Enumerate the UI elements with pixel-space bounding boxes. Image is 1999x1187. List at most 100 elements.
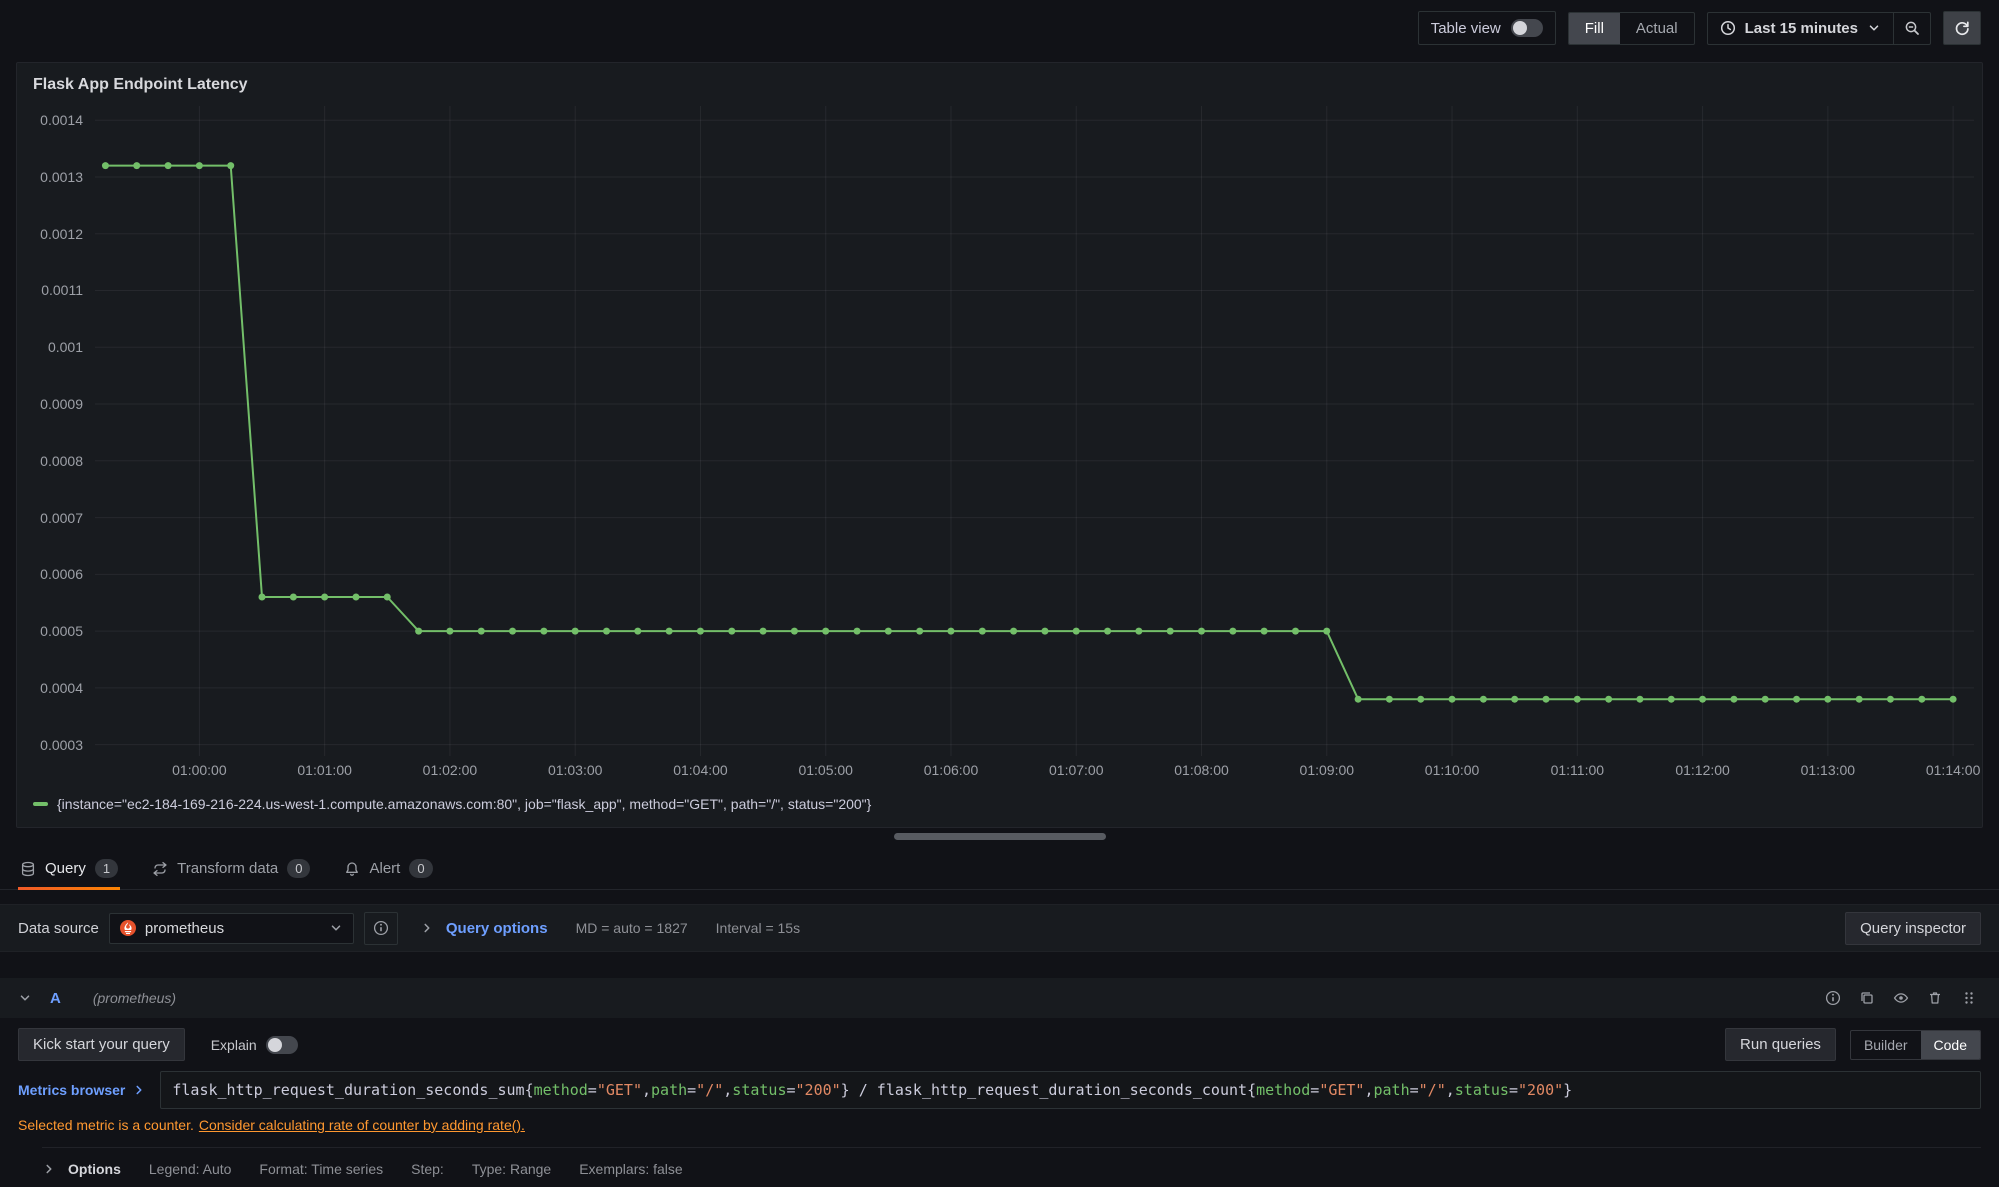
query-help-icon[interactable] bbox=[1825, 990, 1841, 1006]
y-axis-tick-label: 0.0014 bbox=[40, 112, 83, 128]
y-axis-tick-label: 0.0005 bbox=[40, 623, 83, 639]
hide-query-icon[interactable] bbox=[1893, 990, 1909, 1006]
options-summary: Legend: AutoFormat: Time seriesStep:Type… bbox=[121, 1161, 683, 1177]
run-queries-button[interactable]: Run queries bbox=[1725, 1028, 1836, 1061]
options-label[interactable]: Options bbox=[68, 1161, 121, 1177]
query-options-label: Query options bbox=[446, 920, 548, 937]
promql-token: "200" bbox=[796, 1081, 841, 1099]
promql-token: = bbox=[588, 1081, 597, 1099]
table-view-control: Table view bbox=[1418, 11, 1556, 45]
query-inspector-button[interactable]: Query inspector bbox=[1845, 912, 1981, 945]
x-axis-tick-label: 01:10:00 bbox=[1425, 762, 1480, 778]
bell-icon bbox=[344, 861, 360, 877]
zoom-out-button[interactable] bbox=[1893, 13, 1930, 44]
delete-query-icon[interactable] bbox=[1927, 990, 1943, 1006]
metrics-browser-label: Metrics browser bbox=[18, 1082, 125, 1098]
tab-alert[interactable]: Alert 0 bbox=[342, 848, 434, 889]
time-range-picker[interactable]: Last 15 minutes bbox=[1708, 13, 1893, 44]
promql-token: = bbox=[786, 1081, 795, 1099]
max-data-points-text: MD = auto = 1827 bbox=[576, 920, 688, 936]
pane-resize-handle[interactable] bbox=[894, 833, 1106, 840]
promql-token: flask_http_request_duration_seconds_coun… bbox=[877, 1081, 1247, 1099]
builder-code-group: Builder Code bbox=[1850, 1030, 1981, 1060]
explain-toggle[interactable] bbox=[266, 1036, 298, 1054]
x-axis-tick-label: 01:12:00 bbox=[1675, 762, 1730, 778]
promql-token: / bbox=[850, 1081, 877, 1099]
tab-transform-badge: 0 bbox=[287, 859, 310, 878]
explain-label: Explain bbox=[211, 1037, 257, 1053]
y-axis-tick-label: 0.0003 bbox=[40, 737, 83, 753]
promql-token: { bbox=[525, 1081, 534, 1099]
x-axis-tick-label: 01:00:00 bbox=[172, 762, 227, 778]
tab-alert-badge: 0 bbox=[409, 859, 432, 878]
transform-icon bbox=[152, 861, 168, 877]
tab-query-badge: 1 bbox=[95, 859, 118, 878]
query-options-toggle[interactable]: Query options MD = auto = 1827 Interval … bbox=[420, 920, 800, 937]
chart-legend[interactable]: {instance="ec2-184-169-216-224.us-west-1… bbox=[17, 786, 1982, 812]
promql-token: "GET" bbox=[1319, 1081, 1364, 1099]
series-legend-label[interactable]: {instance="ec2-184-169-216-224.us-west-1… bbox=[57, 796, 871, 812]
x-axis-tick-label: 01:13:00 bbox=[1801, 762, 1856, 778]
tab-transform-data[interactable]: Transform data 0 bbox=[150, 848, 312, 889]
promql-token: , bbox=[1446, 1081, 1455, 1099]
actual-button[interactable]: Actual bbox=[1620, 13, 1694, 44]
query-expression-input[interactable]: flask_http_request_duration_seconds_sum{… bbox=[160, 1071, 1981, 1109]
table-view-toggle[interactable] bbox=[1511, 19, 1543, 37]
time-series-panel: Flask App Endpoint Latency 0.00140.00130… bbox=[16, 62, 1983, 828]
options-summary-item: Legend: Auto bbox=[149, 1161, 232, 1177]
query-datasource-hint: (prometheus) bbox=[93, 990, 176, 1006]
builder-button[interactable]: Builder bbox=[1851, 1031, 1921, 1059]
chevron-right-icon[interactable] bbox=[42, 1162, 56, 1176]
data-source-help-button[interactable] bbox=[364, 912, 398, 945]
y-axis-tick-label: 0.0006 bbox=[40, 566, 83, 582]
refresh-button[interactable] bbox=[1943, 11, 1981, 45]
promql-token: method bbox=[534, 1081, 588, 1099]
promql-token: = bbox=[1410, 1081, 1419, 1099]
chart-area: 0.00140.00130.00120.00110.0010.00090.000… bbox=[17, 106, 1982, 756]
collapse-query-icon[interactable] bbox=[18, 991, 32, 1005]
data-source-label: Data source bbox=[18, 920, 99, 937]
x-axis-tick-label: 01:02:00 bbox=[423, 762, 478, 778]
duplicate-query-icon[interactable] bbox=[1859, 990, 1875, 1006]
x-axis-tick-label: 01:01:00 bbox=[297, 762, 352, 778]
warning-rate-link[interactable]: Consider calculating rate of counter by … bbox=[199, 1117, 525, 1133]
tab-transform-label: Transform data bbox=[177, 860, 278, 877]
promql-token: status bbox=[732, 1081, 786, 1099]
plot-region[interactable] bbox=[95, 106, 1974, 756]
fill-button[interactable]: Fill bbox=[1569, 13, 1620, 44]
options-summary-item: Exemplars: false bbox=[579, 1161, 682, 1177]
code-button[interactable]: Code bbox=[1921, 1031, 1980, 1059]
editor-tabs: Query 1 Transform data 0 Alert 0 bbox=[0, 848, 1999, 890]
options-summary-item: Step: bbox=[411, 1161, 444, 1177]
y-axis-tick-label: 0.0012 bbox=[40, 226, 83, 242]
x-axis-tick-label: 01:08:00 bbox=[1174, 762, 1229, 778]
chevron-right-icon bbox=[132, 1083, 146, 1097]
toggle-knob bbox=[268, 1038, 282, 1052]
fill-actual-group: Fill Actual bbox=[1568, 12, 1695, 45]
tab-alert-label: Alert bbox=[369, 860, 400, 877]
data-source-picker[interactable]: prometheus bbox=[109, 913, 354, 944]
kick-start-query-button[interactable]: Kick start your query bbox=[18, 1028, 185, 1061]
y-axis-tick-label: 0.0013 bbox=[40, 169, 83, 185]
interval-text: Interval = 15s bbox=[716, 920, 800, 936]
metrics-browser-toggle[interactable]: Metrics browser bbox=[18, 1074, 160, 1106]
tab-query[interactable]: Query 1 bbox=[18, 848, 120, 889]
promql-token: "/" bbox=[1419, 1081, 1446, 1099]
y-axis-tick-label: 0.0004 bbox=[40, 680, 83, 696]
x-axis-tick-label: 01:09:00 bbox=[1300, 762, 1355, 778]
promql-token: "/" bbox=[696, 1081, 723, 1099]
query-row-header[interactable]: A (prometheus) bbox=[0, 978, 1999, 1018]
promql-token: method bbox=[1256, 1081, 1310, 1099]
prometheus-logo-icon bbox=[120, 920, 136, 936]
drag-handle-icon[interactable] bbox=[1961, 990, 1977, 1006]
clock-icon bbox=[1720, 20, 1736, 36]
x-axis-tick-label: 01:03:00 bbox=[548, 762, 603, 778]
query-expression-row: Metrics browser flask_http_request_durat… bbox=[18, 1071, 1981, 1109]
y-axis-tick-label: 0.001 bbox=[48, 339, 83, 355]
query-options-row[interactable]: Options Legend: Auto Format: Time series S… bbox=[42, 1147, 1981, 1177]
y-axis-tick-label: 0.0011 bbox=[41, 282, 83, 298]
promql-token: , bbox=[1364, 1081, 1373, 1099]
chevron-down-icon bbox=[1867, 21, 1881, 35]
promql-token: "200" bbox=[1518, 1081, 1563, 1099]
options-summary-item: Format: Time series bbox=[259, 1161, 383, 1177]
